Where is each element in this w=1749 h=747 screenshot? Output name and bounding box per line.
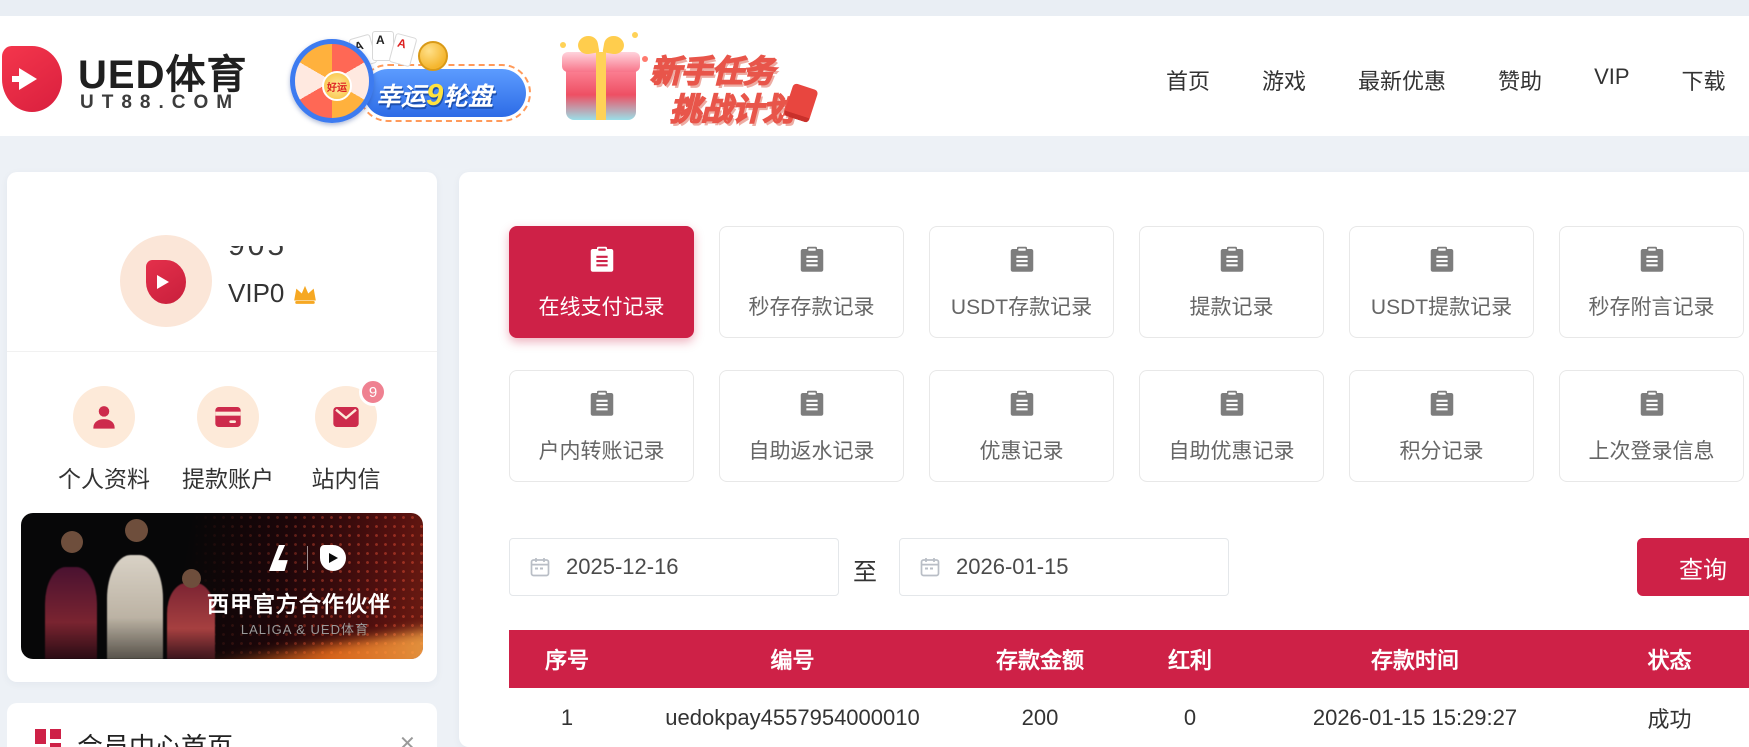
newbie-promo-line2: 挑战计划 [670,84,794,129]
tab-last-login-info[interactable]: 上次登录信息 [1559,370,1744,482]
col-header-order-id: 编号 [625,630,960,688]
brand-domain: UT88.COM [80,92,240,114]
main-nav: 首页 游戏 最新优惠 赞助 VIP 下载 [1166,64,1726,96]
grid-icon [35,729,61,747]
tab-self-promotion-records[interactable]: 自助优惠记录 [1139,370,1324,482]
sidebar-item-profile[interactable]: 个人资料 [44,386,164,494]
nav-item-vip[interactable]: VIP [1594,64,1629,96]
calendar-icon [918,555,942,579]
clipboard-icon [797,244,827,279]
sidebar-profile-card: 905 VIP0 个人资料 提款账户 [7,172,437,682]
sidebar-item-withdrawal-account[interactable]: 提款账户 [168,386,288,494]
clipboard-icon [587,244,617,279]
clipboard-icon [1427,388,1457,423]
cell-order-id: uedokpay4557954000010 [625,688,960,747]
date-to-input[interactable]: 2026-01-15 [899,538,1229,596]
cell-deposit-amount: 200 [960,688,1120,747]
tab-usdt-deposit-records[interactable]: USDT存款记录 [929,226,1114,338]
close-icon[interactable]: ✕ [399,731,416,747]
brand-icon [2,46,62,112]
username-clipped: 905 [228,246,398,264]
partner-title: 西甲官方合作伙伴 [207,587,391,619]
header: UED体育 UT88.COM A A A 好运 幸运9轮盘 新手任务 挑战计划 … [0,16,1749,136]
site-logo[interactable]: UED体育 UT88.COM [2,30,282,122]
cell-deposit-time: 2026-01-15 15:29:27 [1260,688,1570,747]
ued-logo-icon [320,545,346,571]
cell-index: 1 [509,688,625,747]
lucky-wheel-promo-banner[interactable]: A A A 好运 幸运9轮盘 [280,31,532,123]
divider [7,351,437,352]
sidebar-member-home-card[interactable]: 会员中心首页 ✕ [7,703,437,747]
top-strip [0,0,1749,16]
clipboard-icon [587,388,617,423]
col-header-deposit-amount: 存款金额 [960,630,1120,688]
date-from-value: 2025-12-16 [566,554,679,580]
date-range-to-label: 至 [853,552,877,587]
tab-internal-transfer-records[interactable]: 户内转账记录 [509,370,694,482]
records-table: 序号 编号 存款金额 红利 存款时间 状态 1 uedokpay45579540… [509,630,1749,747]
clipboard-icon [1007,244,1037,279]
vip-level: VIP0 [228,278,318,309]
gift-box-icon [562,36,640,122]
col-header-index: 序号 [509,630,625,688]
tab-points-records[interactable]: 积分记录 [1349,370,1534,482]
clipboard-icon [1217,388,1247,423]
nav-item-sponsorship[interactable]: 赞助 [1498,64,1542,96]
clipboard-icon [1007,388,1037,423]
col-header-status: 状态 [1570,630,1749,688]
tab-self-rebate-records[interactable]: 自助返水记录 [719,370,904,482]
unread-badge: 9 [359,378,387,406]
gold-coin-icon [418,41,448,71]
tab-quick-deposit-note-records[interactable]: 秒存附言记录 [1559,226,1744,338]
lucky-wheel-icon: 好运 [290,39,374,123]
col-header-bonus: 红利 [1120,630,1260,688]
tab-withdrawal-records[interactable]: 提款记录 [1139,226,1324,338]
clipboard-icon [1637,388,1667,423]
clipboard-icon [1637,244,1667,279]
records-panel: 在线支付记录 秒存存款记录 USDT存款记录 提款记录 USDT提款记录 秒存附… [459,172,1749,747]
calendar-icon [528,555,552,579]
bank-card-icon [212,401,244,433]
nav-item-download[interactable]: 下载 [1682,64,1726,96]
laliga-partner-banner[interactable]: 西甲官方合作伙伴 LALIGA & UED体育 [21,513,423,659]
tab-usdt-withdrawal-records[interactable]: USDT提款记录 [1349,226,1534,338]
clipboard-icon [1427,244,1457,279]
crown-icon [292,283,318,305]
clipboard-icon [797,388,827,423]
table-row: 1 uedokpay4557954000010 200 0 2026-01-15… [509,688,1749,747]
avatar [120,235,212,327]
partner-subtitle: LALIGA & UED体育 [241,619,369,638]
col-header-deposit-time: 存款时间 [1260,630,1570,688]
member-home-label: 会员中心首页 [77,727,233,747]
cell-status: 成功 [1570,688,1749,747]
clipboard-icon [1217,244,1247,279]
table-header-row: 序号 编号 存款金额 红利 存款时间 状态 [509,630,1749,688]
query-button[interactable]: 查询 [1637,538,1749,596]
tab-promotion-records[interactable]: 优惠记录 [929,370,1114,482]
nav-item-promotions[interactable]: 最新优惠 [1358,64,1446,96]
wheel-promo-text: 幸运9轮盘 [376,77,493,113]
tab-quick-deposit-records[interactable]: 秒存存款记录 [719,226,904,338]
brand-avatar-icon [146,260,186,304]
date-from-input[interactable]: 2025-12-16 [509,538,839,596]
user-icon [89,402,119,432]
sidebar-item-messages[interactable]: 9 站内信 [286,386,406,494]
nav-item-games[interactable]: 游戏 [1262,64,1306,96]
nav-item-home[interactable]: 首页 [1166,64,1210,96]
cell-bonus: 0 [1120,688,1260,747]
date-to-value: 2026-01-15 [956,554,1069,580]
newbie-task-promo-banner[interactable]: 新手任务 挑战计划 [556,28,846,128]
mail-icon [330,401,362,433]
laliga-logo-icon [269,545,295,571]
tab-online-payment-records[interactable]: 在线支付记录 [509,226,694,338]
